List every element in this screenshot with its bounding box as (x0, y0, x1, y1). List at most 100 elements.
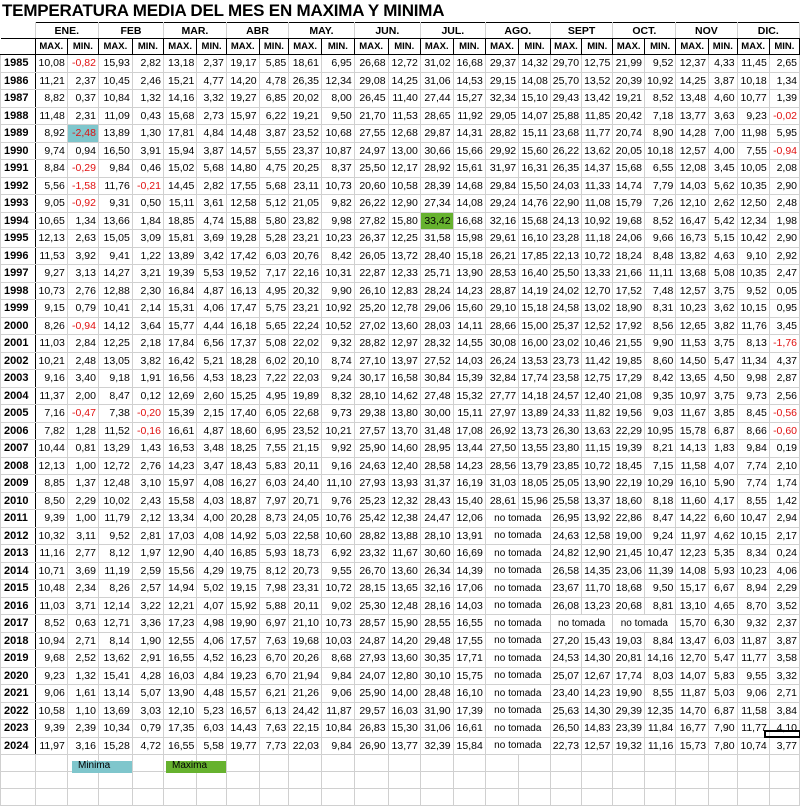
min-value-cell: 15,50 (518, 176, 551, 195)
min-value-cell: 6,56 (196, 334, 227, 353)
max-value-cell: 21,70 (353, 106, 389, 125)
min-value-cell: 14,23 (452, 281, 486, 300)
min-value-cell: 7,17 (258, 264, 290, 283)
max-value-cell: 14,25 (675, 71, 710, 90)
min-header: MIN. (644, 38, 677, 55)
min-value-cell: 12,38 (387, 509, 421, 528)
min-value-cell: 4,78 (258, 71, 290, 90)
min-value-cell: 5,93 (708, 561, 738, 580)
max-value-cell: 21,10 (288, 614, 322, 633)
year-cell: 2017 (0, 614, 36, 633)
min-value-cell: 17,71 (452, 649, 486, 668)
min-value-cell: 12,70 (581, 281, 614, 300)
min-value-cell: 7,73 (258, 736, 290, 755)
min-value-cell: 8,21 (644, 439, 677, 458)
min-value-cell: 3,40 (66, 369, 99, 388)
max-value-cell: 12,13 (34, 229, 68, 248)
min-header: MIN. (131, 38, 164, 55)
max-value-cell: 11,97 (34, 736, 68, 755)
min-value-cell: 5,90 (708, 474, 738, 493)
max-value-cell: 12,10 (162, 701, 198, 720)
max-value-cell: 11,52 (97, 421, 133, 440)
min-value-cell: 8,42 (320, 246, 355, 265)
max-value-cell: 28,92 (419, 159, 454, 178)
min-value-cell: 10,52 (320, 316, 355, 335)
max-value-cell: 9,73 (736, 386, 770, 405)
min-value-cell: 11,70 (581, 579, 614, 598)
max-value-cell: 29,37 (484, 54, 520, 73)
min-value-cell: 15,84 (452, 736, 486, 755)
max-value-cell: 21,66 (612, 264, 646, 283)
max-value-cell: 29,84 (484, 176, 520, 195)
min-value-cell: 10,84 (320, 719, 355, 738)
max-value-cell: 20,32 (288, 281, 322, 300)
year-cell: 2001 (0, 334, 36, 353)
min-value-cell: 2,90 (768, 229, 800, 248)
max-value-cell: 26,90 (353, 736, 389, 755)
min-value-cell: 7,15 (644, 456, 677, 475)
max-value-cell: 20,73 (288, 561, 322, 580)
empty-cell (34, 788, 68, 806)
year-cell: 2002 (0, 351, 36, 370)
max-value-cell: 31,02 (419, 54, 454, 73)
min-value-cell: -0,56 (768, 404, 800, 423)
min-value-cell: 10,73 (320, 614, 355, 633)
min-value-cell: 11,87 (320, 701, 355, 720)
month-header: JUN. (353, 22, 421, 39)
year-cell: 1989 (0, 124, 36, 143)
min-value-cell: 10,68 (320, 124, 355, 143)
year-cell: 2004 (0, 386, 36, 405)
empty-cell (387, 771, 421, 789)
min-value-cell: 10,23 (320, 229, 355, 248)
not-taken-cell: no tomada (484, 596, 551, 615)
max-value-cell: 5,56 (34, 176, 68, 195)
min-value-cell: 4,87 (196, 421, 227, 440)
max-value-cell: 7,74 (736, 474, 770, 493)
min-value-cell: 5,23 (196, 701, 227, 720)
max-value-cell: 8,55 (736, 491, 770, 510)
max-value-cell: 9,06 (34, 684, 68, 703)
max-value-cell: 27,02 (353, 316, 389, 335)
min-value-cell: 13,73 (518, 421, 551, 440)
min-value-cell: 4,00 (708, 141, 738, 160)
min-value-cell: -0,20 (131, 404, 164, 423)
min-value-cell: 13,91 (452, 526, 486, 545)
min-value-cell: 10,92 (581, 211, 614, 230)
min-value-cell: 8,31 (644, 299, 677, 318)
max-value-cell: 24,03 (549, 176, 583, 195)
year-cell: 2003 (0, 369, 36, 388)
year-cell: 2014 (0, 561, 36, 580)
year-cell: 2011 (0, 509, 36, 528)
selected-cell[interactable] (764, 730, 800, 738)
min-value-cell: 3,42 (196, 246, 227, 265)
empty-cell (66, 771, 99, 789)
empty-cell (0, 754, 36, 772)
max-value-cell: 9,31 (97, 194, 133, 213)
min-value-cell: 3,75 (708, 281, 738, 300)
max-value-cell: 17,52 (612, 281, 646, 300)
max-value-cell: 28,56 (484, 456, 520, 475)
year-cell: 2008 (0, 456, 36, 475)
max-value-cell: 29,70 (549, 54, 583, 73)
year-cell: 2005 (0, 404, 36, 423)
max-value-cell: 12,88 (97, 281, 133, 300)
empty-cell (196, 771, 227, 789)
min-value-cell: 14,62 (387, 386, 421, 405)
max-value-cell: 27,93 (353, 649, 389, 668)
year-cell: 2021 (0, 684, 36, 703)
min-value-cell: 8,56 (644, 316, 677, 335)
max-value-cell: 13,89 (162, 246, 198, 265)
max-value-cell: 23,58 (549, 369, 583, 388)
min-value-cell: 9,84 (320, 736, 355, 755)
min-value-cell: 5,03 (708, 684, 738, 703)
min-value-cell: 2,43 (131, 491, 164, 510)
year-cell: 1992 (0, 176, 36, 195)
not-taken-cell: no tomada (484, 544, 551, 563)
max-value-cell: 14,43 (225, 719, 260, 738)
max-value-cell: 16,55 (162, 736, 198, 755)
min-value-cell: 5,28 (258, 229, 290, 248)
min-value-cell: 10,47 (644, 544, 677, 563)
min-value-cell: 2,63 (66, 229, 99, 248)
min-header: MIN. (768, 38, 800, 55)
min-value-cell: 9,24 (644, 526, 677, 545)
